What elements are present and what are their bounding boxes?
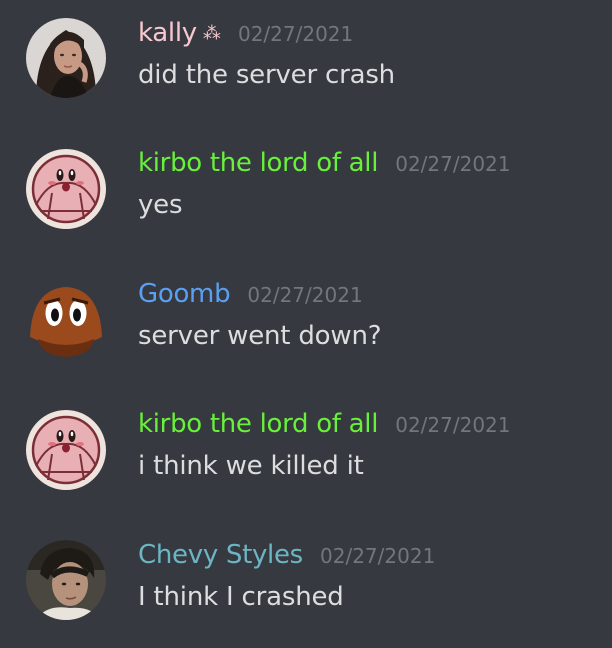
kirby-avatar[interactable] <box>26 149 106 229</box>
author-name[interactable]: Goomb <box>138 279 231 309</box>
author-name[interactable]: Chevy Styles <box>138 540 303 570</box>
message-text: I think I crashed <box>138 582 344 612</box>
user-photo-icon <box>26 18 106 98</box>
author-name[interactable]: kirbo the lord of all <box>138 148 378 178</box>
goomba-avatar[interactable] <box>26 279 106 359</box>
message-timestamp: 02/27/2021 <box>247 283 363 307</box>
kirby-avatar[interactable] <box>26 410 106 490</box>
kirby-icon <box>26 410 106 490</box>
goomba-icon <box>26 279 106 359</box>
chat-message: kally ⁂ 02/27/2021 did the server crash <box>0 16 612 126</box>
message-header: kirbo the lord of all 02/27/2021 <box>138 407 511 447</box>
message-text: did the server crash <box>138 60 395 90</box>
message-header: kally ⁂ 02/27/2021 <box>138 16 353 56</box>
chat-message: kirbo the lord of all 02/27/2021 yes <box>0 146 612 256</box>
message-header: kirbo the lord of all 02/27/2021 <box>138 146 511 186</box>
author-name[interactable]: kally <box>138 18 197 48</box>
kally-avatar[interactable] <box>26 18 106 98</box>
message-header: Chevy Styles 02/27/2021 <box>138 538 435 578</box>
message-header: Goomb 02/27/2021 <box>138 277 363 317</box>
chat-message: kirbo the lord of all 02/27/2021 i think… <box>0 407 612 517</box>
message-text: yes <box>138 190 183 220</box>
kirby-icon <box>26 149 106 229</box>
message-timestamp: 02/27/2021 <box>395 152 511 176</box>
message-timestamp: 02/27/2021 <box>320 544 436 568</box>
user-photo-icon <box>26 540 106 620</box>
chevy-avatar[interactable] <box>26 540 106 620</box>
message-timestamp: 02/27/2021 <box>395 413 511 437</box>
message-text: server went down? <box>138 321 382 351</box>
sparkle-icon: ⁂ <box>202 23 221 44</box>
author-name[interactable]: kirbo the lord of all <box>138 409 378 439</box>
chat-message: Chevy Styles 02/27/2021 I think I crashe… <box>0 538 612 648</box>
message-timestamp: 02/27/2021 <box>237 22 354 46</box>
message-text: i think we killed it <box>138 451 364 481</box>
chat-message: Goomb 02/27/2021 server went down? <box>0 277 612 387</box>
chat-message-list: kally ⁂ 02/27/2021 did the server crash k… <box>0 0 612 642</box>
